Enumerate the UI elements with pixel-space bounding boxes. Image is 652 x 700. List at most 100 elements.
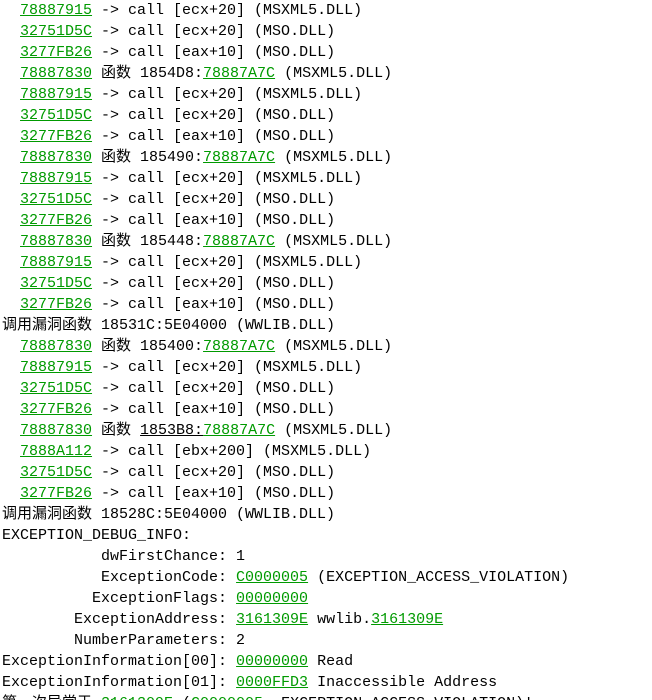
log-line: 78887830 函数 185448:78887A7C (MSXML5.DLL) [2,231,650,252]
log-line: 7888A112 -> call [ebx+200] (MSXML5.DLL) [2,441,650,462]
log-text: (MSXML5.DLL) [275,233,392,250]
log-text: -> call [ecx+20] (MSXML5.DLL) [92,170,362,187]
log-line: NumberParameters: 2 [2,630,650,651]
log-text: ExceptionInformation[00]: [2,653,236,670]
log-line: 3277FB26 -> call [eax+10] (MSO.DLL) [2,210,650,231]
address-link[interactable]: 78887A7C [203,65,275,82]
log-text: -> call [ecx+20] (MSO.DLL) [92,191,335,208]
log-line: 3277FB26 -> call [eax+10] (MSO.DLL) [2,126,650,147]
log-line: 78887830 函数 1854D8:78887A7C (MSXML5.DLL) [2,63,650,84]
log-text: (EXCEPTION_ACCESS_VIOLATION) [308,569,569,586]
address-link[interactable]: 3161309E [371,611,443,628]
log-line: 32751D5C -> call [ecx+20] (MSO.DLL) [2,105,650,126]
log-line: 78887915 -> call [ecx+20] (MSXML5.DLL) [2,357,650,378]
log-line: 32751D5C -> call [ecx+20] (MSO.DLL) [2,378,650,399]
log-text: 函数 1854D8: [92,65,203,82]
address-link[interactable]: 3161309E [101,695,173,700]
address-link[interactable]: 32751D5C [20,107,92,124]
log-line: 3277FB26 -> call [eax+10] (MSO.DLL) [2,399,650,420]
address-link[interactable]: 78887915 [20,170,92,187]
log-text: 函数 [92,422,140,439]
address-link[interactable]: 78887830 [20,338,92,355]
log-text: -> call [eax+10] (MSO.DLL) [92,401,335,418]
address-link[interactable]: 78887915 [20,359,92,376]
log-text: 函数 185448: [92,233,203,250]
address-link[interactable]: 0000FFD3 [236,674,308,691]
log-text: -> call [ecx+20] (MSO.DLL) [92,464,335,481]
address-link[interactable]: 78887915 [20,254,92,271]
log-line: 78887915 -> call [ecx+20] (MSXML5.DLL) [2,84,650,105]
address-link[interactable]: 78887830 [20,422,92,439]
log-line: 32751D5C -> call [ecx+20] (MSO.DLL) [2,273,650,294]
log-text: ExceptionAddress: [2,611,236,628]
address-link[interactable]: 78887830 [20,233,92,250]
log-text: 函数 185400: [92,338,203,355]
address-link[interactable]: 78887A7C [203,149,275,166]
address-link[interactable]: 32751D5C [20,464,92,481]
address-link[interactable]: C0000005 [191,695,263,700]
address-link[interactable]: 78887915 [20,86,92,103]
address-link[interactable]: 3161309E [236,611,308,628]
address-link[interactable]: 78887915 [20,2,92,19]
log-text: -> call [eax+10] (MSO.DLL) [92,485,335,502]
address-link[interactable]: 3277FB26 [20,401,92,418]
log-line: ExceptionInformation[01]: 0000FFD3 Inacc… [2,672,650,693]
log-text: -> call [ecx+20] (MSO.DLL) [92,380,335,397]
log-text: EXCEPTION_DEBUG_INFO: [2,527,191,544]
address-link[interactable]: 78887A7C [203,338,275,355]
address-link[interactable]: 32751D5C [20,191,92,208]
log-text: 函数 185490: [92,149,203,166]
address-link[interactable]: 78887830 [20,149,92,166]
log-line: 78887830 函数 185490:78887A7C (MSXML5.DLL) [2,147,650,168]
log-text: -> call [ecx+20] (MSXML5.DLL) [92,2,362,19]
log-text: (MSXML5.DLL) [275,65,392,82]
log-line: 32751D5C -> call [ecx+20] (MSO.DLL) [2,21,650,42]
log-line: 78887915 -> call [ecx+20] (MSXML5.DLL) [2,0,650,21]
address-link[interactable]: 78887A7C [203,233,275,250]
log-text: 调用漏洞函数 18531C:5E04000 (WWLIB.DLL) [2,317,335,334]
log-line: 第一次异常于 3161309E (C0000005, EXCEPTION_ACC… [2,693,650,700]
address-link[interactable]: C0000005 [236,569,308,586]
address-link[interactable]: 00000000 [236,590,308,607]
log-text: dwFirstChance: 1 [2,548,245,565]
log-text: 第一次异常于 [2,695,101,700]
log-line: 78887915 -> call [ecx+20] (MSXML5.DLL) [2,252,650,273]
log-line: 调用漏洞函数 18531C:5E04000 (WWLIB.DLL) [2,315,650,336]
log-text: -> call [eax+10] (MSO.DLL) [92,44,335,61]
address-link[interactable]: 00000000 [236,653,308,670]
log-line: ExceptionAddress: 3161309E wwlib.3161309… [2,609,650,630]
log-line: 78887915 -> call [ecx+20] (MSXML5.DLL) [2,168,650,189]
address-link[interactable]: 3277FB26 [20,128,92,145]
log-text: -> call [ecx+20] (MSXML5.DLL) [92,359,362,376]
address-link[interactable]: 78887A7C [203,422,275,439]
address-link[interactable]: 32751D5C [20,275,92,292]
log-line: dwFirstChance: 1 [2,546,650,567]
address-link[interactable]: 32751D5C [20,380,92,397]
address-link[interactable]: 32751D5C [20,23,92,40]
log-text: -> call [eax+10] (MSO.DLL) [92,296,335,313]
log-text: Inaccessible Address [308,674,497,691]
log-text: -> call [ecx+20] (MSO.DLL) [92,275,335,292]
address-link[interactable]: 7888A112 [20,443,92,460]
address-link[interactable]: 3277FB26 [20,296,92,313]
log-text: NumberParameters: 2 [2,632,245,649]
log-text: wwlib. [308,611,371,628]
log-text: (MSXML5.DLL) [275,422,392,439]
address-link[interactable]: 3277FB26 [20,485,92,502]
log-text: ExceptionInformation[01]: [2,674,236,691]
log-line: ExceptionCode: C0000005 (EXCEPTION_ACCES… [2,567,650,588]
log-line: 3277FB26 -> call [eax+10] (MSO.DLL) [2,42,650,63]
log-line: ExceptionFlags: 00000000 [2,588,650,609]
log-line: 3277FB26 -> call [eax+10] (MSO.DLL) [2,294,650,315]
log-text: Read [308,653,353,670]
log-text: -> call [ecx+20] (MSO.DLL) [92,107,335,124]
log-text: -> call [ecx+20] (MSXML5.DLL) [92,254,362,271]
address-link[interactable]: 3277FB26 [20,212,92,229]
address-link[interactable]: 78887830 [20,65,92,82]
log-line: 调用漏洞函数 18528C:5E04000 (WWLIB.DLL) [2,504,650,525]
log-text: (MSXML5.DLL) [275,149,392,166]
log-line: 78887830 函数 1853B8:78887A7C (MSXML5.DLL) [2,420,650,441]
debugger-log-output: 78887915 -> call [ecx+20] (MSXML5.DLL) 3… [0,0,652,700]
address-link[interactable]: 3277FB26 [20,44,92,61]
log-text: -> call [eax+10] (MSO.DLL) [92,212,335,229]
